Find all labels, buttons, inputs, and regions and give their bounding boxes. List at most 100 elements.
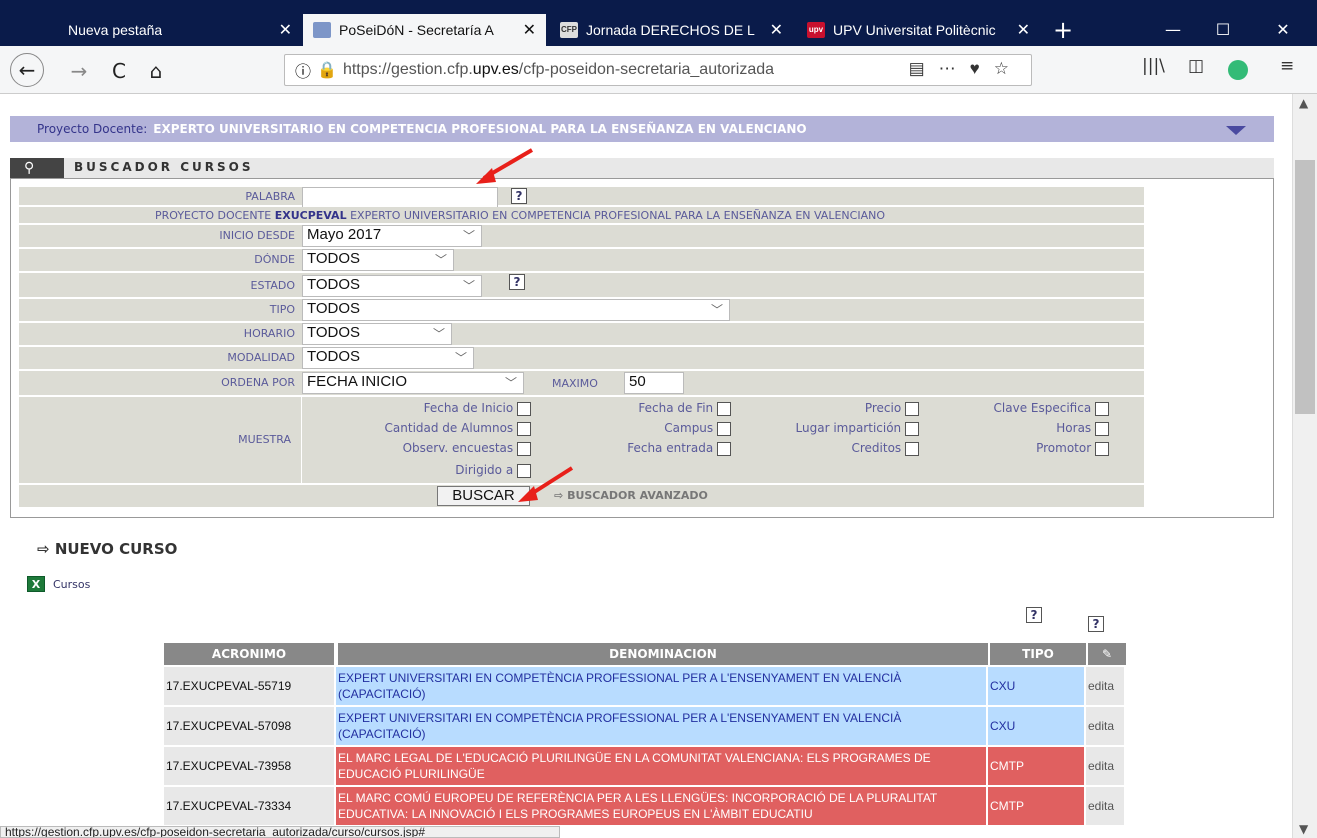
library-icon[interactable]: |||\: [1142, 56, 1165, 76]
edit-link[interactable]: edita: [1086, 707, 1126, 745]
new-tab-button[interactable]: +: [1046, 14, 1080, 46]
close-window-button[interactable]: ✕: [1260, 14, 1306, 46]
project-bar[interactable]: Proyecto Docente: EXPERTO UNIVERSITARIO …: [10, 116, 1274, 142]
donde-select[interactable]: TODOS ﹀: [302, 249, 454, 271]
check-lugar[interactable]: Lugar impartición: [719, 421, 919, 436]
help-icon[interactable]: ?: [1026, 607, 1042, 623]
close-icon[interactable]: ✕: [770, 20, 783, 40]
scrollbar[interactable]: ▲ ▼: [1292, 94, 1317, 838]
cell-denominacion[interactable]: EXPERT UNIVERSITARI EN COMPETÈNCIA PROFE…: [336, 667, 988, 705]
horario-select[interactable]: TODOS ﹀: [302, 323, 452, 345]
chevron-down-icon: ﹀: [432, 327, 445, 341]
row-tipo: TIPO TODOS ﹀: [19, 299, 1144, 321]
tab-poseidon[interactable]: PoSeiDóN - Secretaría A ✕: [303, 14, 546, 46]
cell-denominacion[interactable]: EXPERT UNIVERSITARI EN COMPETÈNCIA PROFE…: [336, 707, 988, 745]
minimize-button[interactable]: —: [1150, 14, 1196, 46]
reader-icon[interactable]: ▤: [909, 59, 939, 78]
dropdown-triangle-icon[interactable]: [1226, 126, 1246, 135]
tab-nueva-pestana[interactable]: Nueva pestaña ✕: [58, 14, 302, 46]
modalidad-label: MODALIDAD: [227, 351, 295, 364]
annotation-arrow-icon: [518, 466, 574, 502]
extension-icon[interactable]: [1228, 60, 1248, 80]
check-promotor[interactable]: Promotor: [899, 441, 1109, 456]
help-icon[interactable]: ?: [509, 274, 525, 290]
menu-icon[interactable]: ≡: [1280, 56, 1294, 76]
scroll-up-icon[interactable]: ▲: [1299, 96, 1308, 110]
cell-tipo: CMTP: [988, 787, 1086, 825]
check-fecha-entrada[interactable]: Fecha entrada: [519, 441, 731, 456]
check-observ[interactable]: Observ. encuestas: [309, 441, 531, 456]
edit-link[interactable]: edita: [1086, 667, 1126, 705]
checkbox[interactable]: [1095, 421, 1109, 436]
new-course-link[interactable]: ⇨ NUEVO CURSO: [37, 540, 177, 558]
ordena-label: ORDENA POR: [221, 376, 295, 389]
scroll-thumb[interactable]: [1295, 160, 1315, 414]
reload-button[interactable]: C: [104, 56, 134, 86]
help-icon[interactable]: ?: [511, 188, 527, 204]
table-row[interactable]: 17.EXUCPEVAL-55719 EXPERT UNIVERSITARI E…: [164, 667, 1126, 705]
check-label: Campus: [664, 421, 714, 435]
inicio-select[interactable]: Mayo 2017 ﹀: [302, 225, 482, 247]
check-precio[interactable]: Precio: [719, 401, 919, 416]
status-bar: https://gestion.cfp.upv.es/cfp-poseidon-…: [0, 826, 560, 838]
check-cantidad[interactable]: Cantidad de Alumnos: [309, 421, 531, 436]
check-label: Cantidad de Alumnos: [384, 421, 514, 435]
help-icon[interactable]: ?: [1088, 616, 1104, 632]
more-icon[interactable]: ⋯: [939, 59, 970, 78]
table-row[interactable]: 17.EXUCPEVAL-57098 EXPERT UNIVERSITARI E…: [164, 707, 1126, 745]
check-label: Dirigido a: [455, 463, 514, 477]
palabra-input[interactable]: [302, 187, 498, 209]
tab-jornada[interactable]: CFP Jornada DERECHOS DE L ✕: [550, 14, 793, 46]
close-icon[interactable]: ✕: [279, 20, 292, 40]
row-estado: ESTADO TODOS ﹀ ?: [19, 273, 1144, 297]
chevron-down-icon: ﹀: [462, 279, 475, 293]
table-row[interactable]: 17.EXUCPEVAL-73334 EL MARC COMÚ EUROPEU …: [164, 787, 1126, 825]
check-fecha-fin[interactable]: Fecha de Fin: [519, 401, 731, 416]
check-fecha-inicio[interactable]: Fecha de Inicio: [309, 401, 531, 416]
url-bar[interactable]: ⓘ 🔒 https://gestion.cfp. upv.es/cfp-posei…: [284, 54, 1032, 86]
checkbox[interactable]: [1095, 401, 1109, 416]
check-creditos[interactable]: Creditos: [719, 441, 919, 456]
pocket-icon[interactable]: ♥: [970, 59, 994, 78]
table-row[interactable]: 17.EXUCPEVAL-73958 EL MARC LEGAL DE L'ED…: [164, 747, 1126, 785]
checkbox[interactable]: [1095, 441, 1109, 456]
edit-link[interactable]: edita: [1086, 747, 1126, 785]
back-button[interactable]: ←: [10, 53, 44, 87]
export-excel-link[interactable]: X Cursos: [27, 576, 90, 592]
advanced-search-label: BUSCADOR AVANZADO: [567, 489, 708, 502]
ordena-value: FECHA INICIO: [307, 373, 408, 390]
tab-upv[interactable]: upv UPV Universitat Politècnic ✕: [797, 14, 1040, 46]
cell-denominacion[interactable]: EL MARC COMÚ EUROPEU DE REFERÈNCIA PER A…: [336, 787, 988, 825]
info-icon[interactable]: ⓘ: [295, 58, 311, 82]
check-label: Observ. encuestas: [402, 441, 514, 455]
palabra-label: PALABRA: [245, 190, 295, 203]
close-icon[interactable]: ✕: [523, 20, 536, 40]
forward-button[interactable]: →: [64, 56, 94, 86]
excel-label: Cursos: [53, 577, 91, 591]
sidebar-icon[interactable]: ◫: [1188, 56, 1204, 76]
check-campus[interactable]: Campus: [519, 421, 731, 436]
row-muestra: MUESTRA Fecha de Inicio Fecha de Fin Pre…: [19, 397, 1144, 483]
cell-denominacion[interactable]: EL MARC LEGAL DE L'EDUCACIÓ PLURILINGÜE …: [336, 747, 988, 785]
project-label: Proyecto Docente:: [37, 122, 148, 136]
home-button[interactable]: ⌂: [141, 56, 171, 86]
check-clave[interactable]: Clave Especifica: [899, 401, 1109, 416]
ordena-select[interactable]: FECHA INICIO ﹀: [302, 372, 524, 394]
check-horas[interactable]: Horas: [899, 421, 1109, 436]
close-icon[interactable]: ✕: [1017, 20, 1030, 40]
chevron-down-icon: ﹀: [434, 253, 447, 267]
estado-select[interactable]: TODOS ﹀: [302, 275, 482, 297]
check-dirigido[interactable]: Dirigido a: [309, 463, 531, 478]
chevron-down-icon: ﹀: [504, 376, 517, 390]
scroll-down-icon[interactable]: ▼: [1299, 822, 1308, 836]
page-content: Proyecto Docente: EXPERTO UNIVERSITARIO …: [0, 94, 1292, 826]
tipo-select[interactable]: TODOS ﹀: [302, 299, 730, 321]
chevron-down-icon: ﹀: [462, 229, 475, 243]
modalidad-select[interactable]: TODOS ﹀: [302, 347, 474, 369]
inicio-value: Mayo 2017: [307, 226, 382, 243]
maximo-input[interactable]: 50: [624, 372, 684, 394]
maximize-button[interactable]: ☐: [1200, 14, 1246, 46]
edit-link[interactable]: edita: [1086, 787, 1126, 825]
star-icon[interactable]: ☆: [994, 59, 1023, 78]
modalidad-value: TODOS: [307, 348, 361, 365]
